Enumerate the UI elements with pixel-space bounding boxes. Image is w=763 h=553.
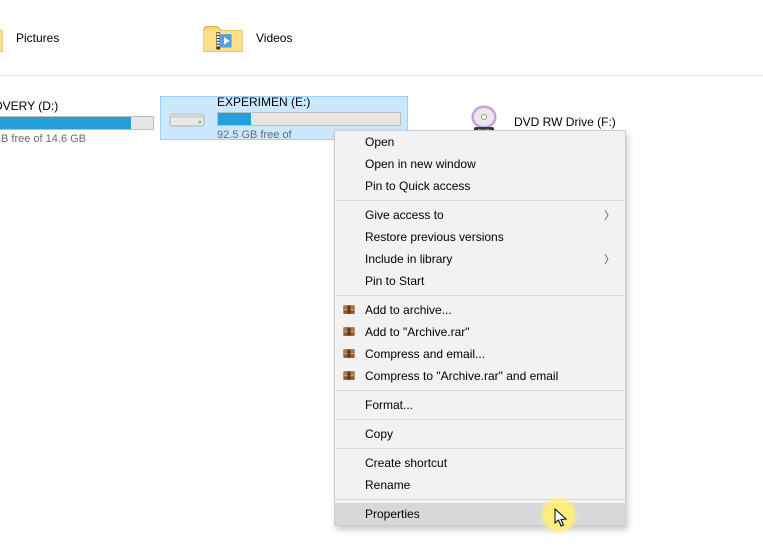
menu-pin-to-start[interactable]: Pin to Start: [335, 270, 625, 292]
context-menu: Open Open in new window Pin to Quick acc…: [334, 130, 626, 526]
menu-compress-to-rar-email[interactable]: Compress to "Archive.rar" and email: [335, 365, 625, 387]
menu-open[interactable]: Open: [335, 131, 625, 153]
menu-label: Compress and email...: [365, 347, 485, 361]
drive-free-text: 1.74 GB free of 14.6 GB: [0, 133, 154, 145]
menu-create-shortcut[interactable]: Create shortcut: [335, 452, 625, 474]
menu-label: Properties: [365, 507, 420, 521]
folder-icon: [0, 20, 4, 56]
menu-compress-and-email[interactable]: Compress and email...: [335, 343, 625, 365]
menu-add-to-archive[interactable]: Add to archive...: [335, 299, 625, 321]
drive-name: RECOVERY (D:): [0, 99, 154, 113]
menu-separator: [336, 419, 624, 420]
section-divider: [0, 75, 763, 76]
drive-recovery[interactable]: RECOVERY (D:) 1.74 GB free of 14.6 GB: [0, 100, 160, 144]
drive-capacity-bar: [217, 112, 401, 126]
menu-properties[interactable]: Properties: [335, 503, 625, 525]
menu-restore-previous[interactable]: Restore previous versions: [335, 226, 625, 248]
hdd-icon: [167, 102, 207, 134]
winrar-icon: [341, 346, 357, 362]
folder-label: Pictures: [16, 31, 59, 45]
menu-label: Format...: [365, 398, 413, 412]
menu-label: Compress to "Archive.rar" and email: [365, 369, 558, 383]
folder-label: Videos: [256, 31, 292, 45]
chevron-right-icon: 〉: [604, 207, 615, 223]
menu-separator: [336, 499, 624, 500]
winrar-icon: [341, 302, 357, 318]
menu-add-to-archive-rar[interactable]: Add to "Archive.rar": [335, 321, 625, 343]
menu-format[interactable]: Format...: [335, 394, 625, 416]
drive-name: DVD RW Drive (F:): [514, 115, 700, 129]
menu-label: Restore previous versions: [365, 230, 504, 244]
menu-label: Rename: [365, 478, 410, 492]
menu-separator: [336, 390, 624, 391]
menu-give-access-to[interactable]: Give access to 〉: [335, 204, 625, 226]
chevron-right-icon: 〉: [604, 251, 615, 267]
folder-pictures[interactable]: Pictures: [0, 18, 65, 58]
winrar-icon: [341, 324, 357, 340]
menu-label: Copy: [365, 427, 393, 441]
menu-label: Pin to Start: [365, 274, 424, 288]
winrar-icon: [341, 368, 357, 384]
menu-label: Include in library: [365, 252, 452, 266]
folder-videos[interactable]: Videos: [196, 18, 298, 58]
menu-pin-quick-access[interactable]: Pin to Quick access: [335, 175, 625, 197]
menu-open-new-window[interactable]: Open in new window: [335, 153, 625, 175]
menu-copy[interactable]: Copy: [335, 423, 625, 445]
drive-capacity-bar: [0, 116, 154, 130]
menu-separator: [336, 295, 624, 296]
menu-label: Add to "Archive.rar": [365, 325, 470, 339]
drive-name: EXPERIMEN (E:): [217, 95, 401, 109]
menu-label: Add to archive...: [365, 303, 452, 317]
menu-separator: [336, 200, 624, 201]
menu-rename[interactable]: Rename: [335, 474, 625, 496]
menu-label: Open: [365, 135, 394, 149]
menu-label: Give access to: [365, 208, 444, 222]
menu-include-in-library[interactable]: Include in library 〉: [335, 248, 625, 270]
menu-separator: [336, 448, 624, 449]
menu-label: Create shortcut: [365, 456, 447, 470]
menu-label: Pin to Quick access: [365, 179, 470, 193]
menu-label: Open in new window: [365, 157, 476, 171]
folder-icon: [202, 20, 244, 56]
